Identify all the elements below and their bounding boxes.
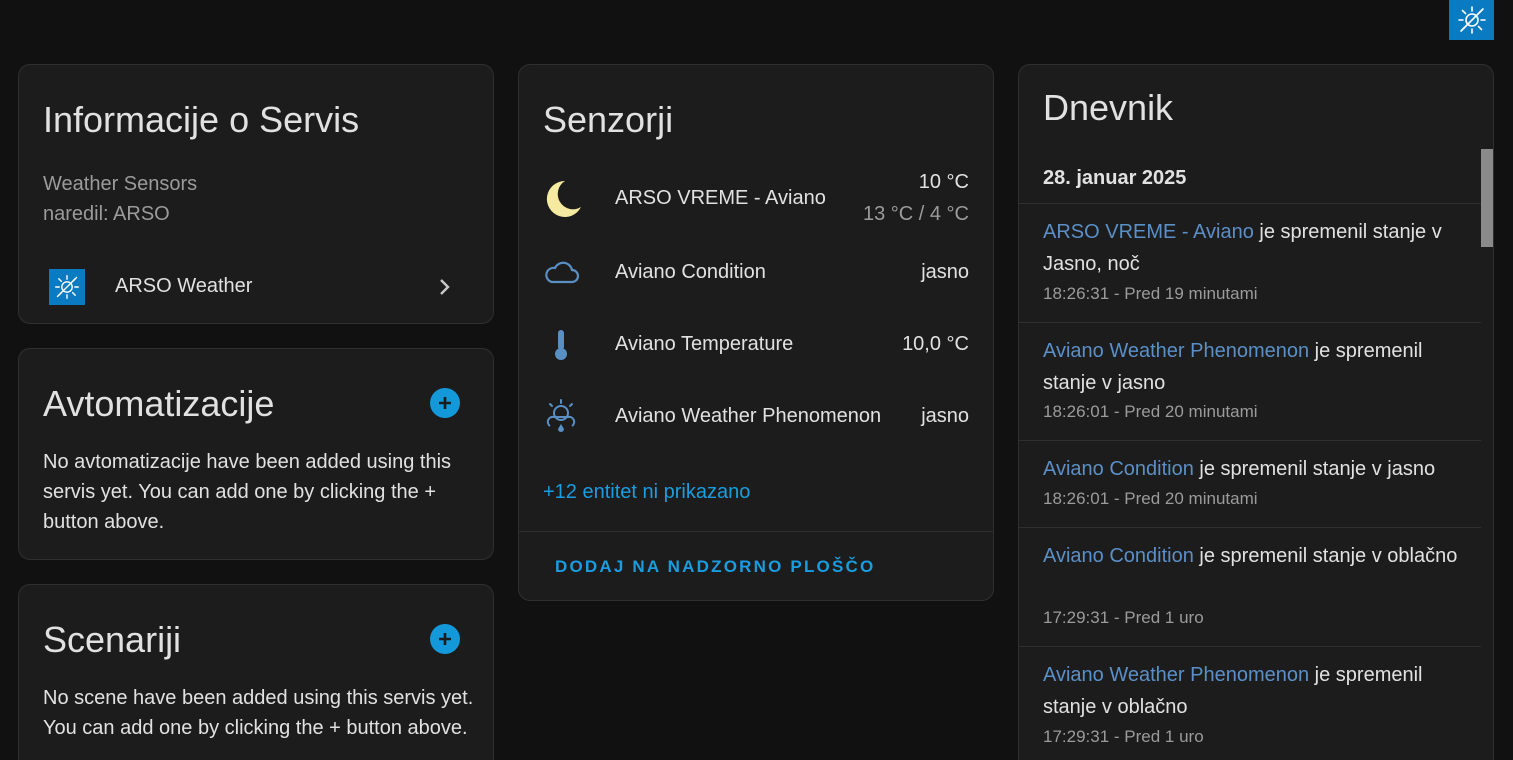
entity-state: 10,0 °C [902, 333, 969, 355]
log-entry: Aviano Weather Phenomenon je spremenil s… [1019, 322, 1481, 440]
log-message: ARSO VREME - Aviano je spremenil stanje … [1043, 216, 1473, 280]
integration-label: ARSO Weather [115, 275, 253, 297]
logbook-scrollbar[interactable] [1481, 149, 1493, 247]
log-time: 17:29:31 - Pred 1 uro [1043, 727, 1204, 746]
log-entity-link[interactable]: Aviano Condition [1043, 545, 1194, 567]
entity-row-temperature[interactable]: Aviano Temperature 10,0 °C [519, 321, 993, 369]
log-message: Aviano Condition je spremenil stanje v o… [1043, 540, 1473, 572]
scenes-card: Scenariji No scene have been added using… [18, 584, 494, 760]
entity-row-condition[interactable]: Aviano Condition jasno [519, 249, 993, 297]
device-info-card: Informacije o Servis Weather Sensors nar… [18, 64, 494, 324]
automations-card: Avtomatizacije No avtomatizacije have be… [18, 348, 494, 560]
entity-row-weather[interactable]: ARSO VREME - Aviano 10 °C 13 °C / 4 °C [519, 161, 993, 233]
log-entity-link[interactable]: Aviano Weather Phenomenon [1043, 340, 1309, 362]
thermometer-icon [537, 321, 585, 369]
entity-name: ARSO VREME - Aviano [615, 187, 826, 209]
log-time: 18:26:01 - Pred 20 minutami [1043, 402, 1258, 421]
arso-integration-icon [49, 269, 85, 305]
entity-forecast-range: 13 °C / 4 °C [862, 203, 969, 225]
logbook-card: Dnevnik 28. januar 2025 ARSO VREME - Avi… [1018, 64, 1494, 760]
log-entry: ARSO VREME - Aviano je spremenil stanje … [1019, 203, 1481, 322]
log-entity-link[interactable]: Aviano Weather Phenomenon [1043, 664, 1309, 686]
add-scene-button[interactable] [430, 624, 460, 654]
entity-state: jasno [921, 261, 969, 283]
plus-icon [439, 397, 451, 409]
device-manufacturer: naredil: ARSO [43, 203, 170, 225]
device-info-title: Informacije o Servis [43, 99, 360, 140]
log-time: 17:29:31 - Pred 1 uro [1043, 608, 1204, 627]
cloud-icon [537, 249, 585, 297]
entity-state: jasno [921, 405, 969, 427]
arso-logo [1449, 0, 1494, 40]
logbook-title: Dnevnik [1043, 87, 1174, 128]
scenes-empty-text: No scene have been added using this serv… [43, 687, 474, 739]
entity-state: 10 °C [918, 171, 969, 193]
automations-title: Avtomatizacije [43, 383, 275, 424]
moon-icon [537, 175, 585, 223]
log-message: Aviano Weather Phenomenon je spremenil s… [1043, 335, 1473, 399]
sensors-card: Senzorji ARSO VREME - Aviano 10 °C 13 °C… [518, 64, 994, 601]
log-time: 18:26:31 - Pred 19 minutami [1043, 284, 1258, 303]
integration-link[interactable]: ARSO Weather [19, 261, 493, 315]
entity-name: Aviano Temperature [615, 333, 794, 355]
weather-phenomenon-icon [537, 393, 585, 441]
log-entry: Aviano Condition je spremenil stanje v j… [1019, 440, 1481, 527]
log-text: je spremenil stanje v oblačno [1193, 545, 1458, 567]
chevron-right-icon [440, 279, 450, 295]
log-entity-link[interactable]: ARSO VREME - Aviano [1043, 221, 1254, 243]
logbook-date: 28. januar 2025 [1043, 167, 1187, 189]
show-more-entities-link[interactable]: +12 entitet ni prikazano [543, 481, 750, 504]
entity-name: Aviano Condition [615, 261, 766, 283]
log-entry: Aviano Weather Phenomenon je spremenil s… [1019, 646, 1481, 760]
add-automation-button[interactable] [430, 388, 460, 418]
plus-icon [439, 633, 451, 645]
device-model: Weather Sensors [43, 173, 198, 195]
scenes-title: Scenariji [43, 619, 182, 660]
sun-off-icon [1457, 6, 1486, 34]
log-text: je spremenil stanje v jasno [1193, 458, 1436, 480]
log-time: 18:26:01 - Pred 20 minutami [1043, 489, 1258, 508]
entity-row-phenomenon[interactable]: Aviano Weather Phenomenon jasno [519, 393, 993, 441]
log-message: Aviano Condition je spremenil stanje v j… [1043, 453, 1473, 485]
log-entry: Aviano Condition je spremenil stanje v o… [1019, 527, 1481, 646]
sensors-title: Senzorji [543, 99, 674, 140]
entity-name: Aviano Weather Phenomenon [615, 405, 882, 427]
add-to-dashboard-button[interactable]: DODAJ NA NADZORNO PLOŠČO [555, 557, 875, 577]
automations-empty-text: No avtomatizacije have been added using … [43, 451, 452, 533]
log-entity-link[interactable]: Aviano Condition [1043, 458, 1194, 480]
log-message: Aviano Weather Phenomenon je spremenil s… [1043, 659, 1473, 723]
divider [519, 531, 993, 532]
